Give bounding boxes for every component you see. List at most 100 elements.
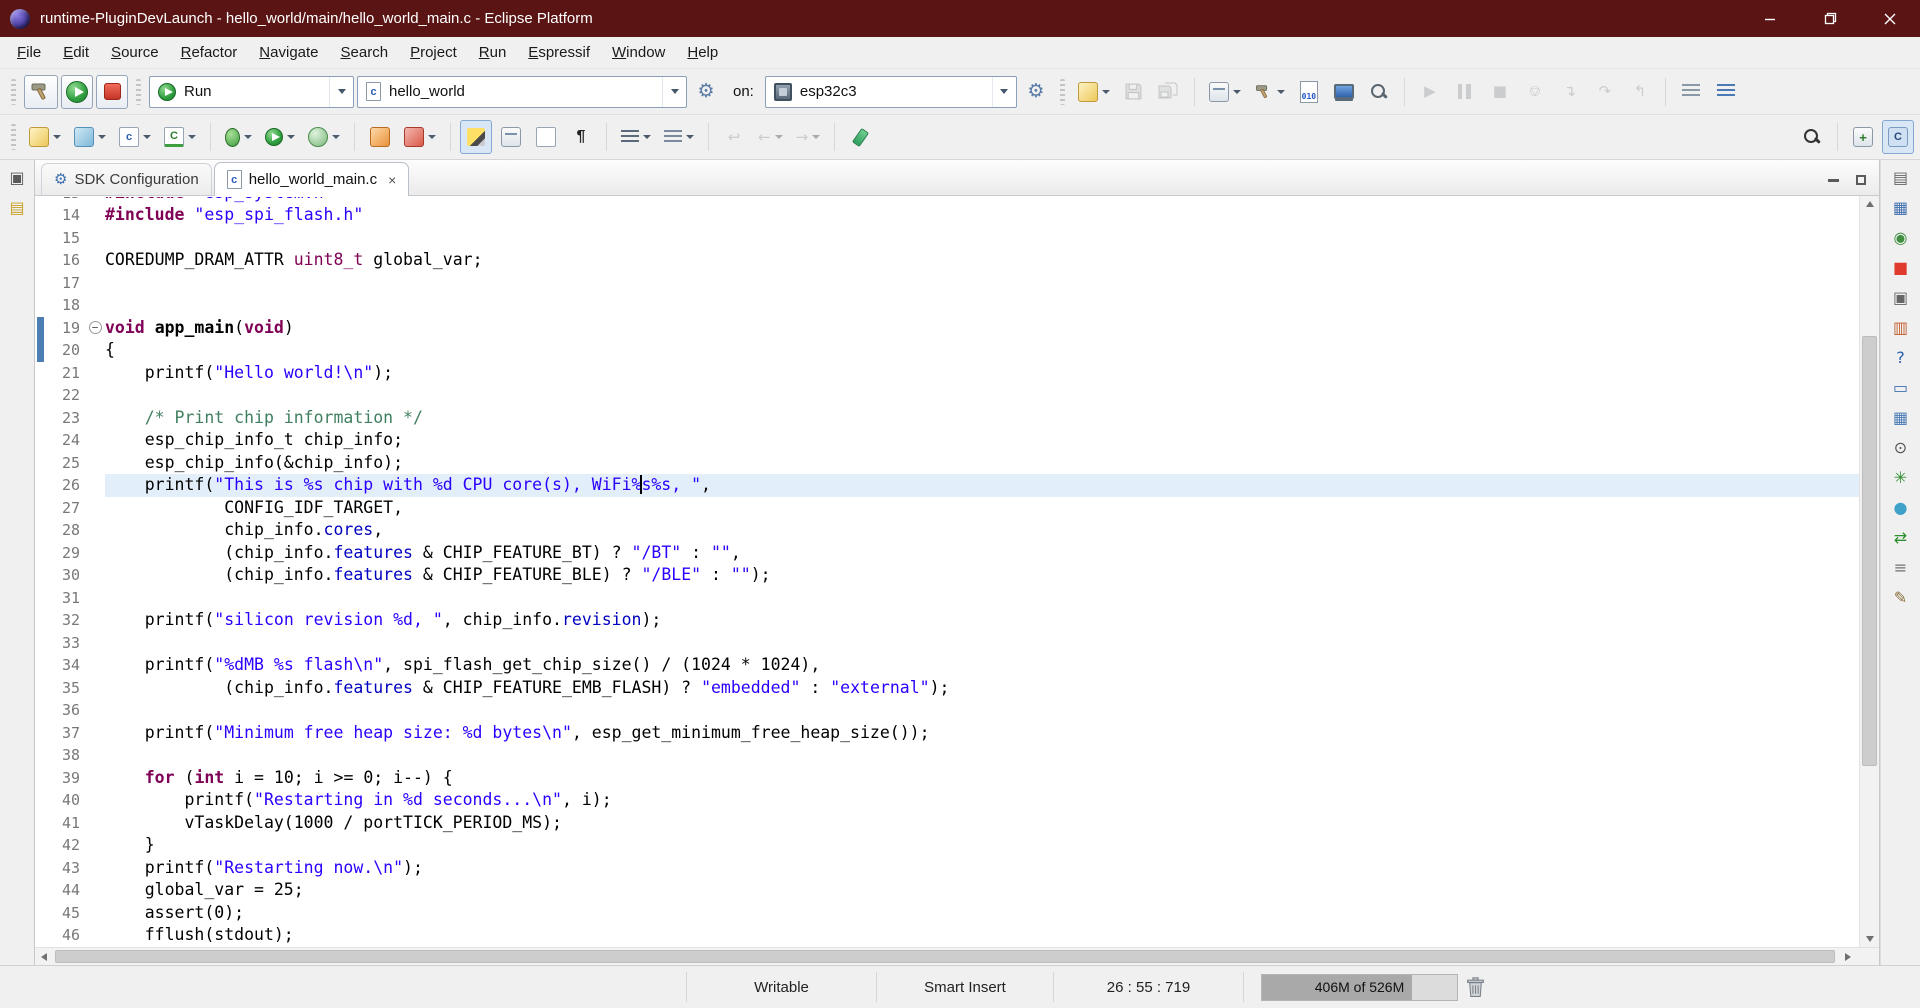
annotation-ruler[interactable]	[35, 609, 47, 632]
scroll-left-button[interactable]	[35, 948, 53, 965]
serial-monitor-button[interactable]	[1328, 75, 1360, 109]
minimized-view-monitor-icon[interactable]: ●	[1888, 495, 1914, 520]
annotation-ruler[interactable]	[35, 654, 47, 677]
code-line-18[interactable]: 18	[35, 294, 1859, 317]
code-line-23[interactable]: 23 /* Print chip information */	[35, 407, 1859, 430]
menu-search[interactable]: Search	[330, 37, 400, 69]
minimize-button[interactable]	[1740, 0, 1800, 37]
new-file-dropdown[interactable]: c	[114, 120, 156, 154]
new-class-dropdown[interactable]: C	[159, 120, 201, 154]
code-text[interactable]	[105, 384, 1859, 407]
annotation-ruler[interactable]	[35, 272, 47, 295]
annotation-ruler[interactable]	[35, 902, 47, 925]
code-text[interactable]: printf("Restarting in %d seconds...\n", …	[105, 789, 1859, 812]
code-text[interactable]: #include "esp_spi_flash.h"	[105, 204, 1859, 227]
show-whitespace-toggle[interactable]: ¶	[565, 120, 597, 154]
annotation-ruler[interactable]	[35, 474, 47, 497]
back-dropdown[interactable]: ←	[753, 120, 788, 154]
code-line-36[interactable]: 36	[35, 699, 1859, 722]
minimized-view-outline-icon[interactable]: ▦	[1888, 195, 1914, 220]
link-with-editor-button[interactable]	[495, 120, 527, 154]
fast-view-handle-icon[interactable]: ▤	[1888, 165, 1914, 190]
code-line-20[interactable]: 20{	[35, 339, 1859, 362]
annotation-ruler[interactable]	[35, 249, 47, 272]
code-line-26[interactable]: 26 printf("This is %s chip with %d CPU c…	[35, 474, 1859, 497]
code-text[interactable]: global_var = 25;	[105, 879, 1859, 902]
code-line-33[interactable]: 33	[35, 632, 1859, 655]
code-text[interactable]: assert(0);	[105, 902, 1859, 925]
save-all-button[interactable]	[1153, 75, 1185, 109]
menu-navigate[interactable]: Navigate	[248, 37, 329, 69]
scroll-down-button[interactable]	[1860, 931, 1879, 947]
minimized-view-console-icon[interactable]: ▭	[1888, 375, 1914, 400]
code-line-34[interactable]: 34 printf("%dMB %s flash\n", spi_flash_g…	[35, 654, 1859, 677]
tab-sdk-configuration[interactable]: ⚙ SDK Configuration	[41, 163, 212, 195]
code-line-22[interactable]: 22	[35, 384, 1859, 407]
code-line-41[interactable]: 41 vTaskDelay(1000 / portTICK_PERIOD_MS)…	[35, 812, 1859, 835]
code-line-31[interactable]: 31	[35, 587, 1859, 610]
annotation-ruler[interactable]	[35, 587, 47, 610]
annotation-ruler[interactable]	[35, 362, 47, 385]
minimized-view-log-icon[interactable]: ≡	[1888, 555, 1914, 580]
new-project-dropdown[interactable]	[69, 120, 111, 154]
annotation-ruler[interactable]	[35, 767, 47, 790]
menu-project[interactable]: Project	[399, 37, 468, 69]
last-edit-location-button[interactable]: ↩	[718, 120, 750, 154]
code-text[interactable]: printf("Minimum free heap size: %d bytes…	[105, 722, 1859, 745]
filter-dropdown[interactable]	[659, 120, 699, 154]
resume-button[interactable]: ▶	[1414, 75, 1446, 109]
code-text[interactable]	[105, 632, 1859, 655]
launch-config-combo[interactable]: c hello_world	[357, 76, 687, 108]
code-text[interactable]: esp_chip_info(&chip_info);	[105, 452, 1859, 475]
code-line-43[interactable]: 43 printf("Restarting now.\n");	[35, 857, 1859, 880]
annotation-ruler[interactable]	[35, 879, 47, 902]
code-line-13[interactable]: 13#include "esp_system.h"	[35, 197, 1859, 204]
launch-mode-dropdown-arrow[interactable]	[329, 77, 353, 107]
fold-collapse-icon[interactable]: −	[89, 321, 102, 334]
new-wizard-dropdown[interactable]	[1073, 75, 1115, 109]
scroll-right-button[interactable]	[1839, 948, 1857, 965]
minimize-view-button[interactable]	[1825, 173, 1841, 187]
menu-source[interactable]: Source	[100, 37, 170, 69]
show-source-button[interactable]	[530, 120, 562, 154]
code-line-15[interactable]: 15	[35, 227, 1859, 250]
code-text[interactable]: printf("silicon revision %d, ", chip_inf…	[105, 609, 1859, 632]
code-line-14[interactable]: 14#include "esp_spi_flash.h"	[35, 204, 1859, 227]
code-text[interactable]: printf("%dMB %s flash\n", spi_flash_get_…	[105, 654, 1859, 677]
annotation-ruler[interactable]	[35, 542, 47, 565]
annotation-ruler[interactable]	[35, 834, 47, 857]
step-over-button[interactable]: ↷	[1589, 75, 1621, 109]
code-text[interactable]: esp_chip_info_t chip_info;	[105, 429, 1859, 452]
run-app-button[interactable]	[61, 75, 93, 109]
code-text[interactable]	[105, 272, 1859, 295]
code-line-32[interactable]: 32 printf("silicon revision %d, ", chip_…	[35, 609, 1859, 632]
mark-occurrences-toggle[interactable]	[460, 120, 492, 154]
target-gear-button[interactable]: ⚙	[1020, 75, 1052, 109]
c-cpp-perspective-button[interactable]: C	[1882, 120, 1914, 154]
console-list-secondary-button[interactable]	[1710, 75, 1742, 109]
target-combo[interactable]: esp32c3	[765, 76, 1017, 108]
idf-tools-button[interactable]	[1363, 75, 1395, 109]
step-return-button[interactable]: ↰	[1624, 75, 1656, 109]
code-line-24[interactable]: 24 esp_chip_info_t chip_info;	[35, 429, 1859, 452]
code-line-37[interactable]: 37 printf("Minimum free heap size: %d by…	[35, 722, 1859, 745]
minimized-view-debug-icon[interactable]: ✳	[1888, 465, 1914, 490]
code-line-39[interactable]: 39 for (int i = 10; i >= 0; i--) {	[35, 767, 1859, 790]
code-text[interactable]: fflush(stdout);	[105, 924, 1859, 947]
code-line-30[interactable]: 30 (chip_info.features & CHIP_FEATURE_BL…	[35, 564, 1859, 587]
code-line-35[interactable]: 35 (chip_info.features & CHIP_FEATURE_EM…	[35, 677, 1859, 700]
code-text[interactable]: CONFIG_IDF_TARGET,	[105, 497, 1859, 520]
launch-mode-combo[interactable]: Run	[149, 76, 354, 108]
minimized-view-tasks-icon[interactable]: ✎	[1888, 585, 1914, 610]
debug-dropdown[interactable]	[220, 120, 257, 154]
external-tools-dropdown[interactable]	[399, 120, 441, 154]
stop-button[interactable]	[96, 75, 128, 109]
terminate-button[interactable]: ■	[1484, 75, 1516, 109]
annotation-ruler[interactable]	[35, 384, 47, 407]
annotation-ruler[interactable]	[35, 407, 47, 430]
code-text[interactable]: {	[105, 339, 1859, 362]
code-line-46[interactable]: 46 fflush(stdout);	[35, 924, 1859, 947]
build-all-dropdown[interactable]	[1249, 75, 1290, 109]
code-text[interactable]: COREDUMP_DRAM_ATTR uint8_t global_var;	[105, 249, 1859, 272]
code-text[interactable]: #include "esp_system.h"	[105, 197, 1859, 204]
